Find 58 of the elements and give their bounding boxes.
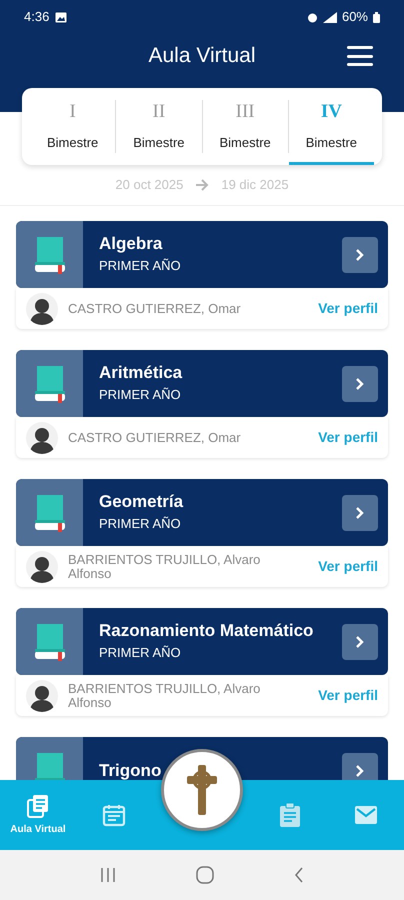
signal-icon xyxy=(322,12,337,22)
teacher-name: BARRIENTOS TRUJILLO, Alvaro Alfonso xyxy=(68,682,262,710)
course-card[interactable]: Razonamiento Matemático PRIMER AÑO xyxy=(16,608,388,675)
teacher-name: CASTRO GUTIERREZ, Omar xyxy=(68,302,242,316)
term-tab[interactable]: I Bimestre xyxy=(30,88,116,165)
start-date: 20 oct 2025 xyxy=(115,176,184,194)
course-title: Algebra xyxy=(99,233,164,254)
clipboard-icon xyxy=(279,803,301,827)
teacher-name: BARRIENTOS TRUJILLO, Alvaro Alfonso xyxy=(68,552,262,580)
chevron-button[interactable] xyxy=(342,752,378,780)
avatar-icon xyxy=(26,292,58,324)
calendar-icon xyxy=(102,803,126,827)
course-title: Geometría xyxy=(99,491,184,512)
term-tab[interactable]: II Bimestre xyxy=(116,88,202,165)
course-title: Aritmética xyxy=(99,362,184,384)
status-time: 4:36 xyxy=(24,8,50,26)
book-icon xyxy=(32,234,66,274)
chevron-button[interactable] xyxy=(342,624,378,660)
course-card[interactable]: Aritmética PRIMER AÑO xyxy=(16,350,388,417)
course-card[interactable]: Algebra PRIMER AÑO xyxy=(16,221,388,288)
book-icon xyxy=(32,622,66,662)
course-title: Trigono xyxy=(99,760,162,780)
avatar-icon xyxy=(26,550,58,582)
chevron-icon xyxy=(355,764,365,778)
arrow-icon xyxy=(195,179,210,191)
term-tab[interactable]: IV Bimestre xyxy=(288,88,374,165)
home-icon[interactable] xyxy=(196,866,214,884)
chevron-icon xyxy=(355,248,365,262)
teacher-name: CASTRO GUTIERREZ, Omar xyxy=(68,430,242,444)
chevron-button[interactable] xyxy=(342,494,378,530)
avatar-icon xyxy=(26,422,58,454)
book-icon xyxy=(32,364,66,404)
chevron-icon xyxy=(355,634,365,648)
book-icon xyxy=(32,750,66,780)
course-card[interactable]: Geometría PRIMER AÑO xyxy=(16,479,388,546)
book-icon xyxy=(32,492,66,532)
term-tab[interactable]: III Bimestre xyxy=(202,88,288,165)
documents-icon xyxy=(26,794,50,818)
course-year: PRIMER AÑO xyxy=(99,257,182,276)
battery-icon xyxy=(373,12,380,22)
cross-icon xyxy=(187,765,217,815)
chevron-button[interactable] xyxy=(342,236,378,272)
mail-icon xyxy=(354,805,378,825)
course-year: PRIMER AÑO xyxy=(99,644,182,662)
course-year: PRIMER AÑO xyxy=(99,515,182,534)
battery-level: 60% xyxy=(342,8,368,26)
page-title: Aula Virtual xyxy=(148,43,256,70)
chevron-icon xyxy=(355,376,365,390)
chevron-button[interactable] xyxy=(342,366,378,402)
image-icon xyxy=(55,12,68,22)
end-date: 19 dic 2025 xyxy=(221,176,289,194)
course-year: PRIMER AÑO xyxy=(99,386,182,404)
course-title: Razonamiento Matemático xyxy=(99,620,314,642)
menu-icon[interactable] xyxy=(347,46,373,66)
back-icon[interactable] xyxy=(294,867,304,883)
recent-apps-icon[interactable] xyxy=(100,867,116,883)
avatar-icon xyxy=(26,680,58,712)
chevron-icon xyxy=(355,506,365,520)
